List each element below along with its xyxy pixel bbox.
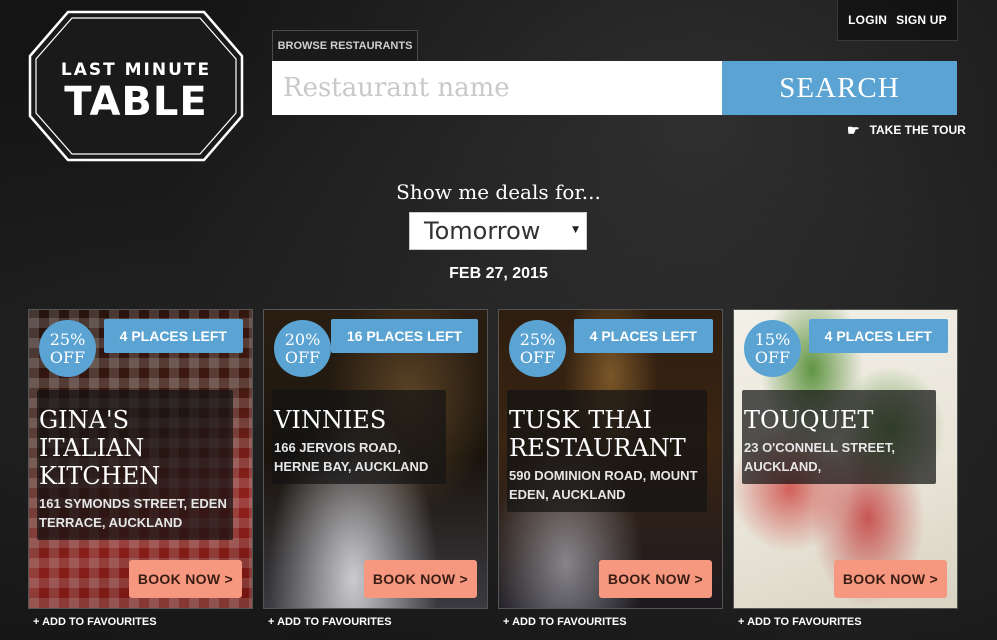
restaurant-card[interactable]: 25% OFF 4 PLACES LEFT GINA'S ITALIAN KIT… xyxy=(28,309,253,609)
discount-label: OFF xyxy=(754,347,791,367)
restaurant-address: 166 JERVOIS ROAD, HERNE BAY, AUCKLAND xyxy=(274,440,429,474)
restaurant-info: GINA'S ITALIAN KITCHEN 161 SYMONDS STREE… xyxy=(37,390,233,540)
add-to-favourites-link[interactable]: + ADD TO FAVOURITES xyxy=(268,616,392,628)
discount-percent: 15% xyxy=(754,329,791,349)
deal-date: FEB 27, 2015 xyxy=(449,265,548,282)
places-left-badge: 16 PLACES LEFT xyxy=(330,319,478,353)
discount-badge: 20% OFF xyxy=(274,320,331,377)
restaurant-name[interactable]: TOUQUET xyxy=(742,406,936,434)
discount-percent: 25% xyxy=(519,329,556,349)
add-to-favourites-link[interactable]: + ADD TO FAVOURITES xyxy=(738,616,862,628)
add-to-favourites-link[interactable]: + ADD TO FAVOURITES xyxy=(33,616,157,628)
deal-day-select[interactable]: Tomorrow ▼ xyxy=(409,212,587,250)
places-left-badge: 4 PLACES LEFT xyxy=(808,319,948,353)
discount-label: OFF xyxy=(49,347,86,367)
deal-day-value: Tomorrow xyxy=(424,217,541,245)
restaurant-card[interactable]: 25% OFF 4 PLACES LEFT TUSK THAI RESTAURA… xyxy=(498,309,723,609)
discount-percent: 25% xyxy=(49,329,86,349)
restaurant-name[interactable]: GINA'S ITALIAN KITCHEN xyxy=(37,406,233,490)
book-now-button[interactable]: BOOK NOW > xyxy=(598,560,712,598)
signup-link[interactable]: SIGN UP xyxy=(896,13,947,27)
login-link[interactable]: LOGIN xyxy=(848,13,887,27)
logo-text-main: TABLE xyxy=(64,79,208,125)
search-button[interactable]: SEARCH xyxy=(722,61,957,115)
discount-badge: 15% OFF xyxy=(744,320,801,377)
site-logo[interactable]: LAST MINUTE TABLE xyxy=(28,10,244,162)
restaurant-name[interactable]: VINNIES xyxy=(272,406,446,434)
book-now-button[interactable]: BOOK NOW > xyxy=(128,560,242,598)
discount-label: OFF xyxy=(284,347,321,367)
auth-bar: LOGIN SIGN UP xyxy=(837,0,958,41)
restaurant-address: 590 DOMINION ROAD, MOUNT EDEN, AUCKLAND xyxy=(509,468,698,502)
discount-badge: 25% OFF xyxy=(509,320,566,377)
pointing-hand-icon: ☛ xyxy=(847,122,860,138)
book-now-button[interactable]: BOOK NOW > xyxy=(833,560,947,598)
discount-percent: 20% xyxy=(284,329,321,349)
book-now-button[interactable]: BOOK NOW > xyxy=(363,560,477,598)
restaurant-name[interactable]: TUSK THAI RESTAURANT xyxy=(507,406,707,462)
logo-text-top: LAST MINUTE xyxy=(60,60,212,80)
take-the-tour-link[interactable]: ☛ TAKE THE TOUR xyxy=(847,122,966,138)
places-left-badge: 4 PLACES LEFT xyxy=(103,319,243,353)
discount-label: OFF xyxy=(519,347,556,367)
browse-restaurants-tab[interactable]: BROWSE RESTAURANTS xyxy=(272,30,418,61)
discount-badge: 25% OFF xyxy=(39,320,96,377)
places-left-badge: 4 PLACES LEFT xyxy=(573,319,713,353)
take-the-tour-label: TAKE THE TOUR xyxy=(869,123,966,137)
restaurant-search-input[interactable]: Restaurant name xyxy=(272,61,722,115)
restaurant-info: TOUQUET 23 O'CONNELL STREET, AUCKLAND, xyxy=(742,390,936,484)
restaurant-card[interactable]: 20% OFF 16 PLACES LEFT VINNIES 166 JERVO… xyxy=(263,309,488,609)
restaurant-info: TUSK THAI RESTAURANT 590 DOMINION ROAD, … xyxy=(507,390,707,512)
restaurant-info: VINNIES 166 JERVOIS ROAD, HERNE BAY, AUC… xyxy=(272,390,446,484)
caret-down-icon: ▼ xyxy=(572,225,579,235)
restaurant-address: 161 SYMONDS STREET, EDEN TERRACE, AUCKLA… xyxy=(39,496,227,530)
add-to-favourites-link[interactable]: + ADD TO FAVOURITES xyxy=(503,616,627,628)
restaurant-address: 23 O'CONNELL STREET, AUCKLAND, xyxy=(744,440,895,474)
deals-prompt: Show me deals for... xyxy=(396,180,601,204)
restaurant-card[interactable]: 15% OFF 4 PLACES LEFT TOUQUET 23 O'CONNE… xyxy=(733,309,958,609)
